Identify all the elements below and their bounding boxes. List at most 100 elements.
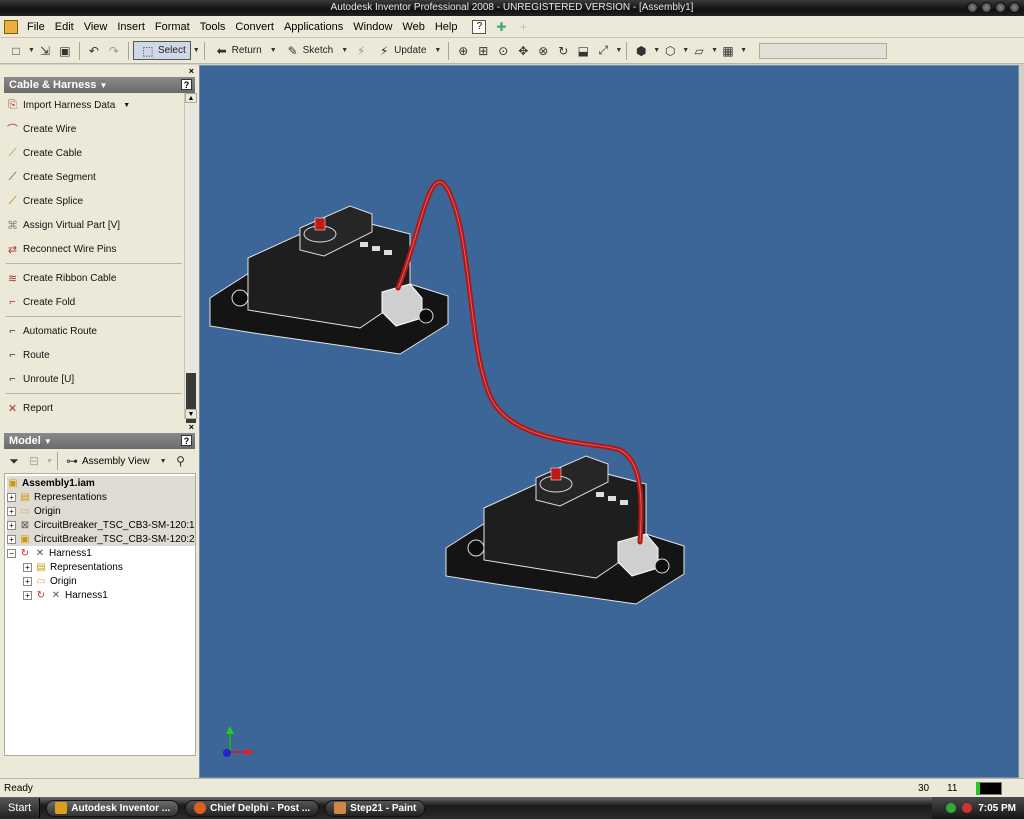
clock[interactable]: 7:05 PM [978,803,1016,814]
lightning-icon[interactable]: ⚡ [353,43,369,59]
menu-tools[interactable]: Tools [195,16,231,38]
model-panel-header[interactable]: Model ▼ ? [4,433,195,449]
select-dropdown-icon[interactable]: ▼ [193,47,200,54]
web-tools-icon[interactable]: ✚ [494,20,508,34]
projection-icon[interactable]: ⬡ [662,43,678,59]
menu-window[interactable]: Window [348,16,397,38]
filter-icon[interactable]: ⏷ [6,453,22,469]
restore-button[interactable] [995,2,1006,13]
display-mode-icon[interactable]: ⬢ [633,43,649,59]
expand-icon[interactable]: + [7,534,16,544]
return-button[interactable]: ⬅ Return ▼ [209,41,280,61]
network-icon[interactable] [946,803,957,813]
expand-icon[interactable]: + [7,520,16,530]
pan-icon[interactable]: ✥ [515,43,531,59]
menu-applications[interactable]: Applications [279,16,348,38]
menu-convert[interactable]: Convert [230,16,279,38]
route-button[interactable]: ⌐ Route [6,345,49,365]
automatic-route-button[interactable]: ⌐ Automatic Route [6,321,97,341]
help-icon[interactable]: ? [472,19,487,34]
new-file-icon[interactable]: □ [8,43,24,59]
tree-item-harness-origin[interactable]: + ▭ Origin [23,574,77,588]
collapse-icon[interactable]: − [7,548,16,558]
chevron-down-icon[interactable]: ▼ [682,47,689,54]
scroll-up-icon[interactable]: ▲ [185,93,197,103]
import-harness-data-button[interactable]: ⎘ Import Harness Data ▼ [6,95,130,115]
chevron-down-icon[interactable]: ▼ [740,47,747,54]
close-button[interactable] [1009,2,1020,13]
add-icon[interactable]: + [516,20,530,34]
redo-icon[interactable]: ↷ [106,43,122,59]
undo-icon[interactable]: ↶ [86,43,102,59]
open-icon[interactable]: ⇲ [37,43,53,59]
browser-options-icon[interactable]: ⊟ [26,453,42,469]
graphics-viewport[interactable] [199,65,1019,778]
chevron-down-icon[interactable]: ▼ [46,458,53,465]
close-icon[interactable]: × [189,422,194,432]
create-wire-button[interactable]: ⌒ Create Wire [6,119,76,139]
tree-item-circuit-breaker-1[interactable]: + ⊠ CircuitBreaker_TSC_CB3-SM-120:1 [7,518,195,532]
expand-icon[interactable]: + [7,506,16,516]
zoom-all-icon[interactable]: ⊕ [455,43,471,59]
maximize-button[interactable] [981,2,992,13]
expand-icon[interactable]: + [23,590,32,600]
analysis-icon[interactable]: ▦ [720,43,736,59]
expand-icon[interactable]: + [23,576,32,586]
tree-item-representations[interactable]: + ▤ Representations [7,490,195,504]
update-button[interactable]: ⚡ Update ▼ [371,41,444,61]
menu-view[interactable]: View [79,16,113,38]
reconnect-wire-pins-button[interactable]: ⇄ Reconnect Wire Pins [6,239,116,259]
chevron-down-icon[interactable]: ▼ [615,47,622,54]
chevron-down-icon[interactable]: ▼ [160,458,167,465]
orbit-icon[interactable]: ↻ [555,43,571,59]
menu-web[interactable]: Web [397,16,429,38]
start-button[interactable]: Start [0,798,41,818]
harness-panel-header[interactable]: Cable & Harness ▼ ? [4,77,195,93]
tree-item-origin[interactable]: + ▭ Origin [7,504,195,518]
menu-format[interactable]: Format [150,16,195,38]
report-button[interactable]: ✕ Report [6,398,53,418]
tree-item-assembly[interactable]: ▣ Assembly1.iam [7,476,195,490]
zoom-window-icon[interactable]: ⊞ [475,43,491,59]
menu-file[interactable]: File [22,16,50,38]
scroll-down-icon[interactable]: ▼ [185,409,197,419]
zoom-icon[interactable]: ⊙ [495,43,511,59]
ground-shadow-icon[interactable]: ▱ [691,43,707,59]
expand-icon[interactable]: + [23,562,32,572]
circuit-breaker-2[interactable] [445,455,685,605]
menu-insert[interactable]: Insert [112,16,150,38]
close-icon[interactable]: × [189,66,194,76]
create-segment-button[interactable]: ⟋ Create Segment [6,167,96,187]
create-cable-button[interactable]: ⟋ Create Cable [6,143,82,163]
create-fold-button[interactable]: ⌐ Create Fold [6,292,75,312]
assembly-view-select[interactable]: Assembly View [82,456,150,467]
minimize-button[interactable] [967,2,978,13]
sketch-button[interactable]: ✎ Sketch ▼ [280,41,352,61]
chevron-down-icon[interactable]: ▼ [711,47,718,54]
create-splice-button[interactable]: ⟋ Create Splice [6,191,83,211]
chevron-down-icon[interactable]: ▼ [28,47,35,54]
menu-edit[interactable]: Edit [50,16,79,38]
tree-item-harness-sub[interactable]: + ↻ ✕ Harness1 [23,588,108,602]
tree-item-harness-representations[interactable]: + ▤ Representations [23,560,123,574]
help-icon[interactable]: ? [181,435,192,446]
tree-item-harness[interactable]: − ↻ ✕ Harness1 [7,546,92,560]
camera-icon[interactable]: ⤢ [595,43,611,59]
look-at-icon[interactable]: ⬓ [575,43,591,59]
chevron-down-icon[interactable]: ▼ [653,47,660,54]
help-icon[interactable]: ? [181,79,192,90]
harness-scrollbar[interactable]: ▲ ▼ [184,93,197,423]
task-paint[interactable]: Step21 - Paint [325,799,426,817]
tree-item-circuit-breaker-2[interactable]: + ▣ CircuitBreaker_TSC_CB3-SM-120:2 [7,532,195,546]
zoom-selected-icon[interactable]: ⊗ [535,43,551,59]
save-icon[interactable]: ▣ [57,43,73,59]
expand-icon[interactable]: + [7,492,16,502]
find-binoculars-icon[interactable]: ⚲ [173,453,189,469]
create-ribbon-cable-button[interactable]: ≋ Create Ribbon Cable [6,268,117,288]
app-icon[interactable] [4,19,18,34]
menu-help[interactable]: Help [430,16,463,38]
task-chief-delphi[interactable]: Chief Delphi - Post ... [185,799,320,817]
task-autodesk-inventor[interactable]: Autodesk Inventor ... [46,799,180,817]
unroute-button[interactable]: ⌐ Unroute [U] [6,369,74,389]
select-button[interactable]: ⬚ Select [132,41,191,60]
